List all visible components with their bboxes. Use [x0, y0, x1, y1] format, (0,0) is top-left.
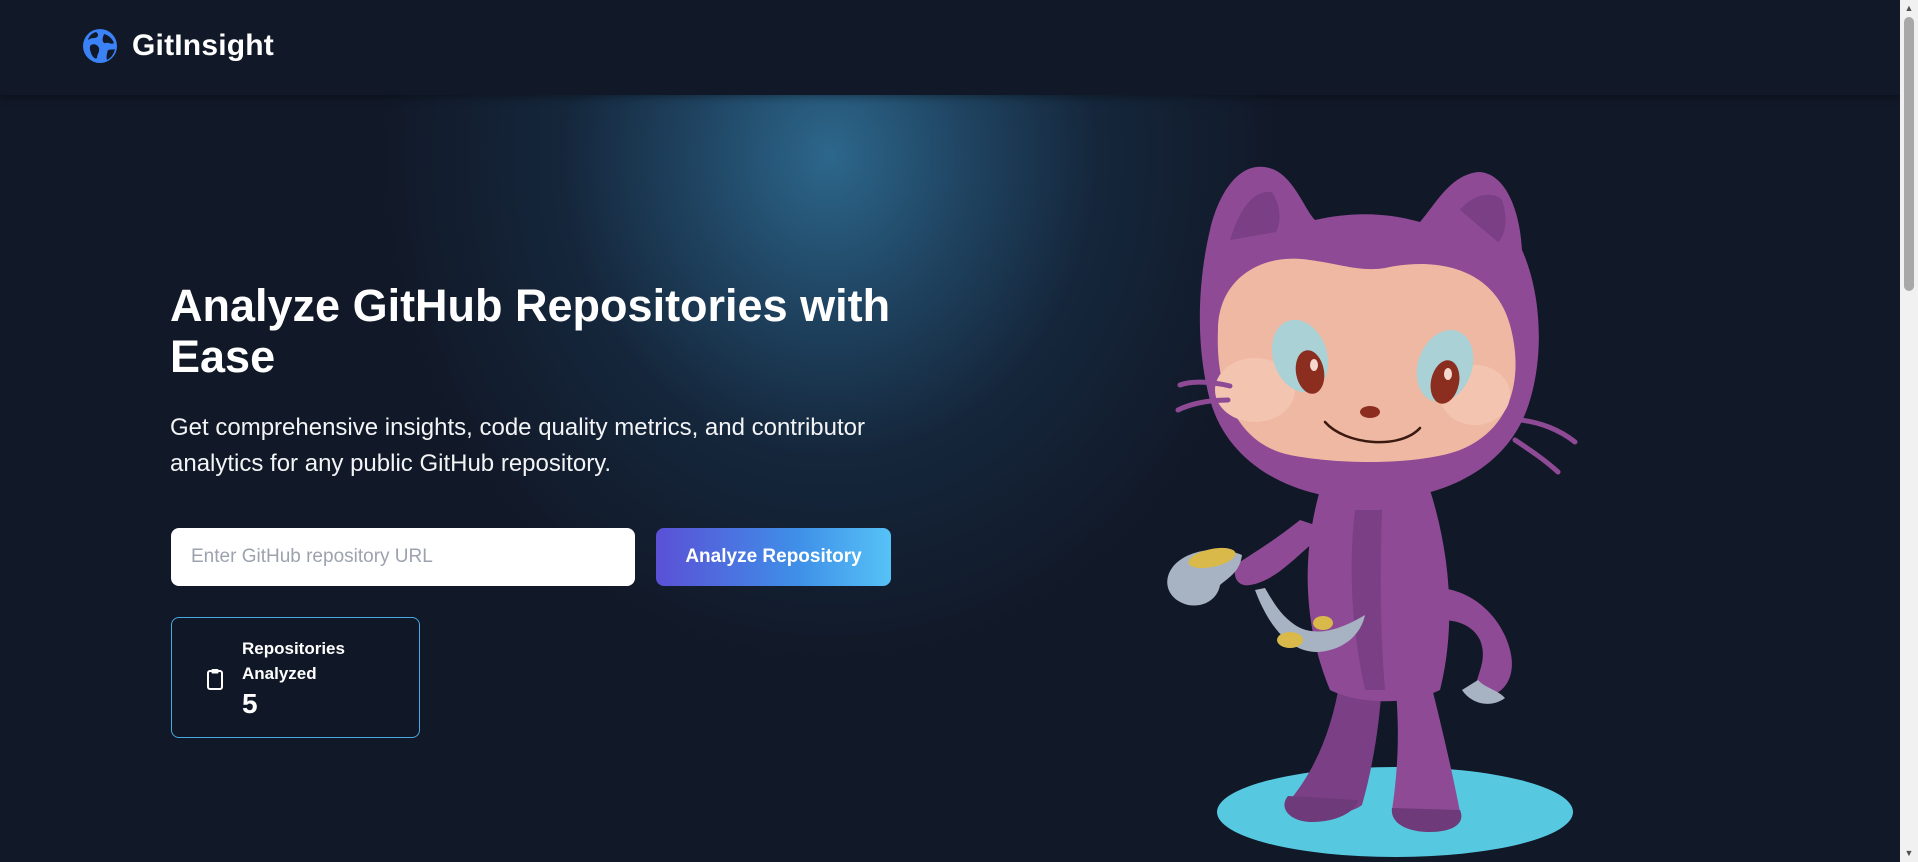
octocat-mascot: [1167, 166, 1578, 857]
brand-name: GitInsight: [132, 29, 274, 62]
clipboard-icon: [207, 669, 223, 690]
hero-section: Analyze GitHub Repositories with Ease Ge…: [0, 95, 1900, 862]
repository-url-input[interactable]: [171, 528, 635, 586]
stat-value: 5: [242, 688, 258, 719]
top-navbar: GitInsight: [0, 0, 1900, 95]
analyze-repository-button[interactable]: Analyze Repository: [656, 528, 891, 586]
page: GitInsight Analyze GitHub Repositories w…: [0, 0, 1918, 862]
hero-title: Analyze GitHub Repositories with Ease: [170, 280, 891, 382]
repositories-analyzed-card: Repositories Analyzed 5: [171, 617, 420, 738]
scrollbar-thumb[interactable]: [1904, 17, 1914, 291]
globe-icon: [83, 29, 117, 63]
stat-label: Repositories Analyzed: [242, 639, 345, 683]
brand-logo[interactable]: GitInsight: [82, 28, 274, 64]
hero-subtitle: Get comprehensive insights, code quality…: [170, 414, 866, 477]
scroll-up-icon[interactable]: ▲: [1900, 0, 1918, 17]
scroll-down-icon[interactable]: ▼: [1900, 845, 1918, 862]
vertical-scrollbar[interactable]: ▲ ▼: [1900, 0, 1918, 862]
